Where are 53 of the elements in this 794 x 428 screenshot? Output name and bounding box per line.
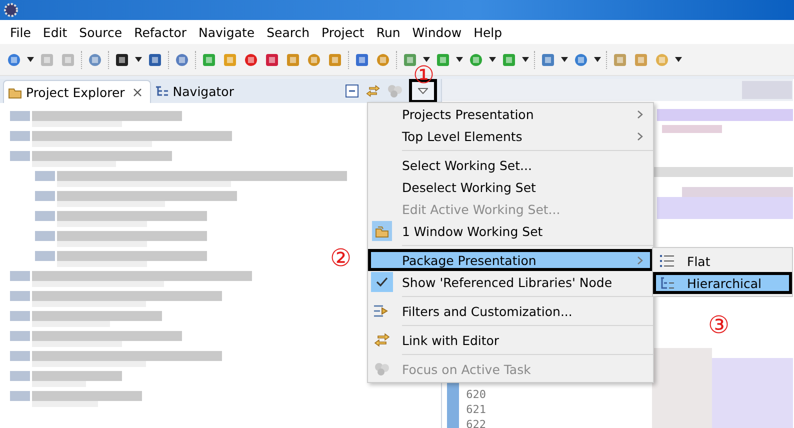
tree-list-icon	[660, 276, 674, 290]
folder-icon	[8, 86, 22, 98]
menu-item[interactable]: 1 Window Working Set	[368, 220, 653, 242]
line-number: 620	[466, 387, 486, 402]
menu-item[interactable]: Projects Presentation	[368, 103, 653, 125]
menu-bar-item[interactable]: Navigate	[192, 24, 261, 40]
menu-bar-item[interactable]: Refactor	[128, 24, 193, 40]
menu-item[interactable]: Filters and Customization...	[368, 300, 653, 322]
line-number: 622	[466, 417, 486, 428]
menu-item[interactable]: Select Working Set...	[368, 154, 653, 176]
line-number: 621	[466, 402, 486, 417]
app-logo-icon	[4, 3, 18, 17]
menu-bar-item[interactable]: Help	[468, 24, 508, 40]
triangle-down-icon	[418, 88, 428, 94]
view-tab[interactable]: Project Explorer	[3, 80, 151, 103]
menu-item[interactable]: Top Level Elements	[368, 125, 653, 147]
chevron-right-icon	[637, 132, 643, 140]
dropdown-caret-icon[interactable]	[27, 57, 34, 62]
dropdown-caret-icon[interactable]	[522, 57, 529, 62]
close-icon[interactable]	[132, 88, 142, 96]
menu-item[interactable]: Show 'Referenced Libraries' Node	[368, 271, 653, 293]
focus-icon	[374, 362, 390, 376]
menu-bar-item[interactable]: Run	[370, 24, 406, 40]
dropdown-caret-icon[interactable]	[135, 57, 142, 62]
menu-item[interactable]: Link with Editor	[368, 329, 653, 351]
list-icon	[660, 255, 674, 267]
dropdown-caret-icon[interactable]	[675, 57, 682, 62]
menu-bar-item[interactable]: Source	[73, 24, 128, 40]
toolbar-icon[interactable]	[114, 52, 130, 68]
menu-bar-item[interactable]: Edit	[36, 24, 74, 40]
dropdown-caret-icon[interactable]	[423, 57, 430, 62]
chevron-right-icon	[637, 256, 643, 264]
dropdown-caret-icon[interactable]	[594, 57, 601, 62]
menu-bar-item[interactable]: Search	[260, 24, 316, 40]
dropdown-caret-icon[interactable]	[456, 57, 463, 62]
view-tab[interactable]: Navigator	[150, 80, 242, 103]
link-arrows-icon[interactable]	[365, 83, 381, 99]
link-arrows-icon	[373, 332, 391, 348]
navigator-icon	[154, 85, 169, 98]
dropdown-caret-icon[interactable]	[489, 57, 496, 62]
folders-icon	[372, 221, 392, 241]
menu-item[interactable]: Package Presentation	[368, 249, 653, 271]
chevron-right-icon	[637, 110, 643, 118]
menu-item[interactable]: Deselect Working Set	[368, 176, 653, 198]
submenu-item[interactable]: Hierarchical	[653, 272, 792, 294]
annotation-number: ②	[330, 246, 352, 270]
menu-bar-item[interactable]: Window	[406, 24, 468, 40]
dropdown-caret-icon[interactable]	[561, 57, 568, 62]
menu-bar-item[interactable]: Project	[316, 24, 370, 40]
menu-bar-item[interactable]: File	[4, 24, 37, 40]
annotation-number: ③	[708, 313, 730, 337]
submenu-item[interactable]: Flat	[653, 250, 792, 272]
collapse-all-icon[interactable]	[345, 84, 359, 98]
